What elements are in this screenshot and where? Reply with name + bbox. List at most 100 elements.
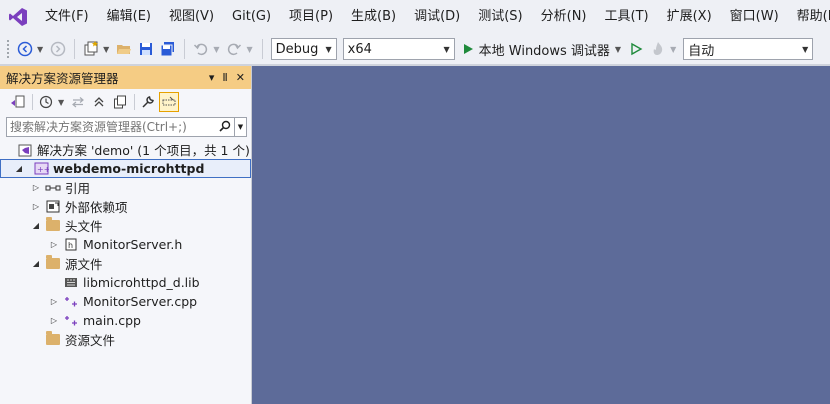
collapsed-arrow-icon[interactable]: ▷	[48, 316, 60, 325]
show-all-files-button[interactable]	[110, 92, 130, 112]
tree-item-label: 引用	[65, 181, 91, 196]
menu-project[interactable]: 项目(P)	[280, 5, 342, 29]
menu-build[interactable]: 生成(B)	[342, 5, 405, 29]
search-input[interactable]	[7, 118, 216, 136]
toolbar-separator	[32, 94, 33, 110]
solution-explorer-title-bar[interactable]: 解决方案资源管理器 ▾ Ⅱ ✕	[0, 66, 251, 89]
navigate-forward-button[interactable]	[49, 38, 67, 60]
tree-item-label: 源文件	[65, 257, 103, 272]
tree-item-resource-files[interactable]: 资源文件	[0, 330, 251, 349]
library-file-icon	[63, 276, 79, 290]
standard-toolbar: ▼ ▼ ▼ ▼ Debug ▼ x64 ▼ 本地 Windows 调试器 ▼ ▼…	[0, 34, 830, 64]
expanded-arrow-icon[interactable]: ◢	[30, 221, 42, 230]
menu-window[interactable]: 窗口(W)	[721, 5, 788, 29]
menu-file[interactable]: 文件(F)	[36, 5, 98, 29]
redo-dropdown-icon[interactable]: ▼	[246, 45, 252, 54]
tree-item-libmicrohttpd-lib[interactable]: libmicrohttpd_d.lib	[0, 273, 251, 292]
expanded-arrow-icon[interactable]: ◢	[30, 259, 42, 268]
solution-explorer-search[interactable]: ▼	[6, 117, 247, 137]
back-dropdown-icon[interactable]: ▼	[37, 45, 43, 54]
hot-reload-dropdown-icon[interactable]: ▼	[670, 45, 676, 54]
hot-reload-button[interactable]	[649, 38, 667, 60]
filter-dropdown-icon[interactable]: ▼	[58, 98, 64, 107]
tree-item-project[interactable]: ◢ ++ webdemo-microhttpd	[0, 159, 251, 178]
target-value: 自动	[688, 43, 715, 59]
save-all-button[interactable]	[159, 38, 177, 60]
tree-item-monitorserver-h[interactable]: ▷ h MonitorServer.h	[0, 235, 251, 254]
preview-selected-items-button[interactable]	[159, 92, 180, 112]
tree-item-header-files[interactable]: ◢ 头文件	[0, 216, 251, 235]
show-all-files-icon	[114, 95, 127, 109]
collapse-all-button[interactable]	[89, 92, 109, 112]
external-dependencies-icon	[45, 200, 61, 214]
solution-explorer-toolbar: ▼	[0, 89, 251, 115]
collapsed-arrow-icon[interactable]: ▷	[48, 297, 60, 306]
tree-item-label: libmicrohttpd_d.lib	[83, 275, 200, 290]
save-button[interactable]	[137, 38, 155, 60]
filter-folder-icon	[45, 255, 61, 271]
toolbar-grip[interactable]	[6, 39, 10, 59]
new-project-button[interactable]	[82, 38, 100, 60]
tree-item-references[interactable]: ▷ 引用	[0, 178, 251, 197]
back-arrow-icon	[17, 41, 33, 57]
search-options-dropdown-icon[interactable]: ▼	[234, 118, 246, 136]
editor-area[interactable]	[252, 66, 830, 404]
play-outline-icon	[631, 42, 643, 56]
menu-test[interactable]: 测试(S)	[469, 5, 531, 29]
undo-button[interactable]	[192, 38, 210, 60]
undo-icon	[194, 43, 208, 56]
visual-studio-logo-icon[interactable]	[8, 6, 28, 28]
solution-platform-dropdown[interactable]: x64 ▼	[342, 38, 455, 60]
tree-item-source-files[interactable]: ◢ 源文件	[0, 254, 251, 273]
switch-views-button[interactable]	[8, 92, 28, 112]
tree-item-label: main.cpp	[83, 313, 141, 328]
menu-analyze[interactable]: 分析(N)	[532, 5, 596, 29]
collapsed-arrow-icon[interactable]: ▷	[30, 202, 42, 211]
open-file-button[interactable]	[115, 38, 133, 60]
menu-view[interactable]: 视图(V)	[160, 5, 223, 29]
tree-item-external-dependencies[interactable]: ▷ 外部依赖项	[0, 197, 251, 216]
redo-button[interactable]	[225, 38, 243, 60]
new-project-dropdown-icon[interactable]: ▼	[103, 45, 109, 54]
tree-item-monitorserver-cpp[interactable]: ▷ MonitorServer.cpp	[0, 292, 251, 311]
filter-folder-icon	[45, 331, 61, 347]
cpp-file-icon	[63, 295, 79, 309]
solution-configuration-dropdown[interactable]: Debug ▼	[270, 38, 337, 60]
menu-edit[interactable]: 编辑(E)	[98, 5, 160, 29]
menu-help[interactable]: 帮助(H)	[788, 5, 830, 29]
tree-item-label: 解决方案 'demo' (1 个项目，共 1 个)	[37, 143, 250, 158]
tree-item-solution[interactable]: 解决方案 'demo' (1 个项目，共 1 个)	[0, 140, 251, 159]
collapsed-arrow-icon[interactable]: ▷	[48, 240, 60, 249]
navigate-back-button[interactable]	[16, 38, 34, 60]
menu-git[interactable]: Git(G)	[223, 5, 280, 29]
menu-tools[interactable]: 工具(T)	[596, 5, 658, 29]
references-icon	[45, 181, 61, 195]
menu-extensions[interactable]: 扩展(X)	[658, 5, 721, 29]
switch-views-icon	[11, 95, 25, 108]
expanded-arrow-icon[interactable]: ◢	[13, 164, 25, 173]
platform-value: x64	[347, 41, 372, 57]
close-icon[interactable]: ✕	[236, 71, 245, 84]
toolbar-separator	[261, 39, 263, 59]
pending-changes-filter-button[interactable]	[36, 92, 56, 112]
start-debugging-button[interactable]: 本地 Windows 调试器	[458, 38, 614, 60]
run-dropdown-icon[interactable]: ▼	[615, 45, 621, 54]
collapsed-arrow-icon[interactable]: ▷	[30, 183, 42, 192]
tree-item-label: MonitorServer.cpp	[83, 294, 198, 309]
pin-icon[interactable]: Ⅱ	[222, 71, 227, 84]
sync-with-active-document-button[interactable]	[68, 92, 88, 112]
undo-dropdown-icon[interactable]: ▼	[213, 45, 219, 54]
menu-debug[interactable]: 调试(D)	[405, 5, 469, 29]
properties-button[interactable]	[138, 92, 158, 112]
window-position-dropdown-icon[interactable]: ▾	[209, 71, 215, 84]
history-clock-icon	[39, 95, 53, 109]
target-dropdown[interactable]: 自动 ▼	[683, 38, 814, 60]
search-icon[interactable]	[216, 120, 234, 135]
tree-item-label: webdemo-microhttpd	[53, 161, 205, 176]
tree-item-main-cpp[interactable]: ▷ main.cpp	[0, 311, 251, 330]
save-all-icon	[160, 42, 175, 57]
svg-text:++: ++	[37, 165, 49, 174]
start-without-debugging-button[interactable]	[627, 38, 645, 60]
preview-icon	[162, 96, 176, 106]
tree-item-label: 外部依赖项	[65, 200, 128, 215]
